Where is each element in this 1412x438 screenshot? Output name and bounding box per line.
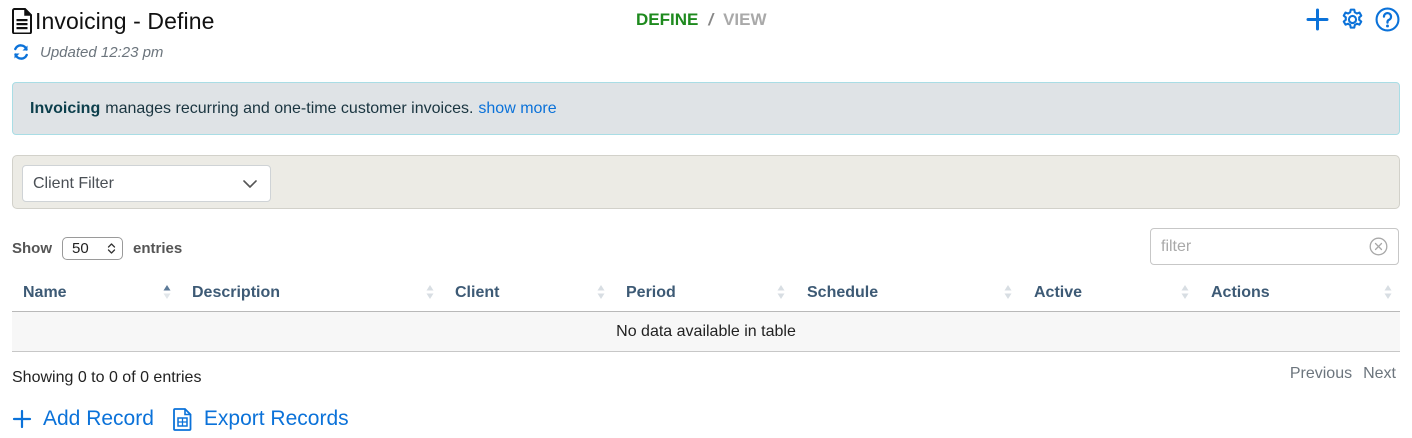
sort-asc-icon[interactable] bbox=[163, 283, 171, 301]
header-actions bbox=[1305, 7, 1400, 32]
last-updated: Updated 12:23 pm bbox=[12, 43, 163, 61]
sort-icon[interactable] bbox=[426, 283, 434, 301]
add-record-button[interactable]: Add Record bbox=[12, 407, 154, 431]
plus-icon bbox=[12, 409, 32, 429]
table-info: Showing 0 to 0 of 0 entries bbox=[12, 369, 202, 386]
mode-define-link[interactable]: DEFINE bbox=[636, 10, 698, 30]
add-record-label: Add Record bbox=[43, 407, 154, 430]
table-header: Name Description Client Period Schedule … bbox=[12, 278, 1400, 312]
column-header-name[interactable]: Name bbox=[23, 284, 67, 302]
column-header-period[interactable]: Period bbox=[626, 284, 676, 302]
filter-placeholder: filter bbox=[1161, 237, 1192, 255]
empty-message: No data available in table bbox=[616, 322, 796, 340]
column-header-active[interactable]: Active bbox=[1034, 284, 1082, 302]
show-label: Show bbox=[12, 240, 52, 257]
page-title: Invoicing - Define bbox=[35, 7, 215, 34]
spreadsheet-icon bbox=[173, 407, 192, 431]
column-header-client[interactable]: Client bbox=[455, 284, 499, 302]
column-header-actions[interactable]: Actions bbox=[1211, 284, 1270, 302]
sort-icon[interactable] bbox=[777, 283, 785, 301]
page-size-value: 50 bbox=[72, 240, 89, 257]
sort-icon[interactable] bbox=[1181, 283, 1189, 301]
info-banner: Invoicing manages recurring and one-time… bbox=[12, 82, 1400, 135]
info-description: manages recurring and one-time customer … bbox=[105, 99, 474, 117]
client-filter-select[interactable]: Client Filter bbox=[22, 165, 271, 202]
client-filter-label: Client Filter bbox=[33, 174, 114, 192]
page-header: Invoicing - Define bbox=[12, 6, 215, 36]
show-more-link[interactable]: show more bbox=[478, 100, 556, 118]
record-actions: Add Record Export Records bbox=[12, 407, 349, 431]
updown-chevron-icon bbox=[107, 243, 116, 254]
export-records-label: Export Records bbox=[203, 407, 349, 430]
help-icon[interactable] bbox=[1375, 7, 1400, 32]
page-size-select[interactable]: 50 bbox=[62, 237, 123, 260]
document-icon bbox=[12, 8, 32, 34]
sort-icon[interactable] bbox=[597, 283, 605, 301]
next-button[interactable]: Next bbox=[1363, 365, 1396, 383]
entries-label: entries bbox=[133, 240, 183, 257]
column-header-description[interactable]: Description bbox=[192, 284, 280, 302]
page-size-control: Show 50 entries bbox=[12, 237, 182, 260]
previous-button[interactable]: Previous bbox=[1290, 365, 1352, 383]
updated-text: Updated 12:23 pm bbox=[40, 43, 164, 61]
plus-icon[interactable] bbox=[1305, 7, 1330, 32]
filter-panel: Client Filter bbox=[12, 155, 1400, 209]
table-filter-input[interactable]: filter bbox=[1150, 228, 1399, 265]
sort-icon[interactable] bbox=[1004, 283, 1012, 301]
clear-icon[interactable] bbox=[1369, 237, 1388, 256]
export-records-button[interactable]: Export Records bbox=[173, 407, 349, 431]
pagination: Previous Next bbox=[1290, 365, 1396, 383]
column-header-schedule[interactable]: Schedule bbox=[807, 284, 878, 302]
mode-switcher: DEFINE / VIEW bbox=[636, 10, 767, 30]
mode-view-link[interactable]: VIEW bbox=[723, 10, 766, 30]
table-empty-row: No data available in table bbox=[12, 312, 1400, 352]
mode-separator: / bbox=[708, 10, 714, 29]
refresh-icon[interactable] bbox=[12, 43, 30, 61]
gear-icon[interactable] bbox=[1340, 7, 1365, 32]
info-module-name: Invoicing bbox=[30, 99, 101, 117]
chevron-down-icon bbox=[243, 179, 257, 188]
sort-icon[interactable] bbox=[1384, 283, 1392, 301]
